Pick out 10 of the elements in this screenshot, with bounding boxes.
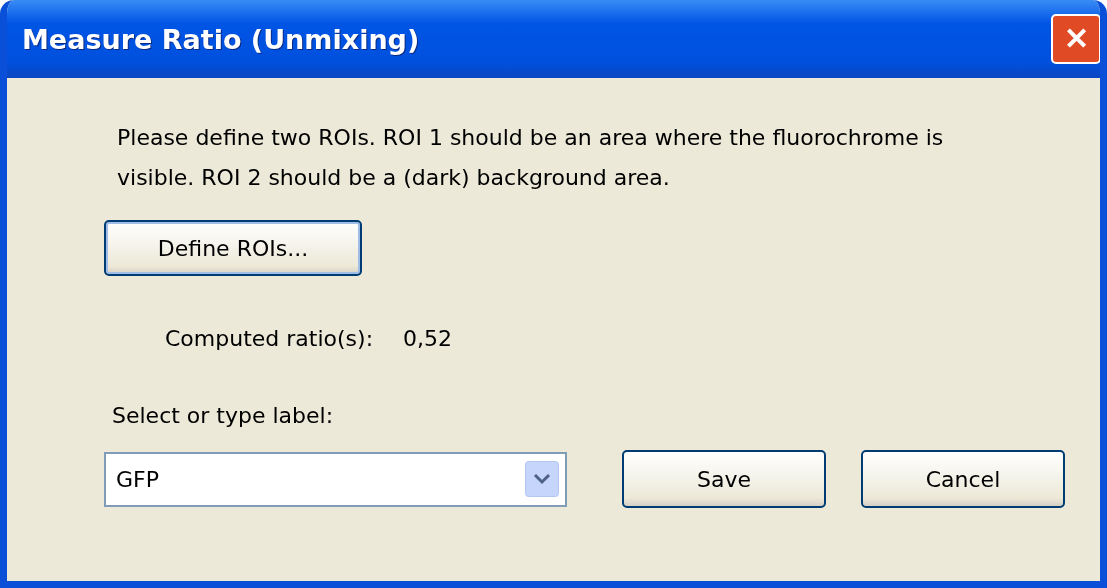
cancel-button[interactable]: Cancel [861, 450, 1065, 508]
window-title: Measure Ratio (Unmixing) [22, 23, 420, 55]
define-rois-button[interactable]: Define ROIs... [104, 220, 362, 276]
close-button[interactable]: ✕ [1051, 14, 1100, 64]
instructions-text: Please define two ROIs. ROI 1 should be an area where the fluorochrome is visible. ROI 2 should be a (dark) background area. [117, 124, 945, 192]
ratio-label: Computed ratio(s): [165, 326, 374, 351]
select-label: Select or type label: [112, 403, 335, 428]
save-button[interactable]: Save [622, 450, 826, 508]
ratio-value: 0,52 [403, 326, 453, 351]
label-combo-box[interactable]: GFP [104, 451, 567, 507]
